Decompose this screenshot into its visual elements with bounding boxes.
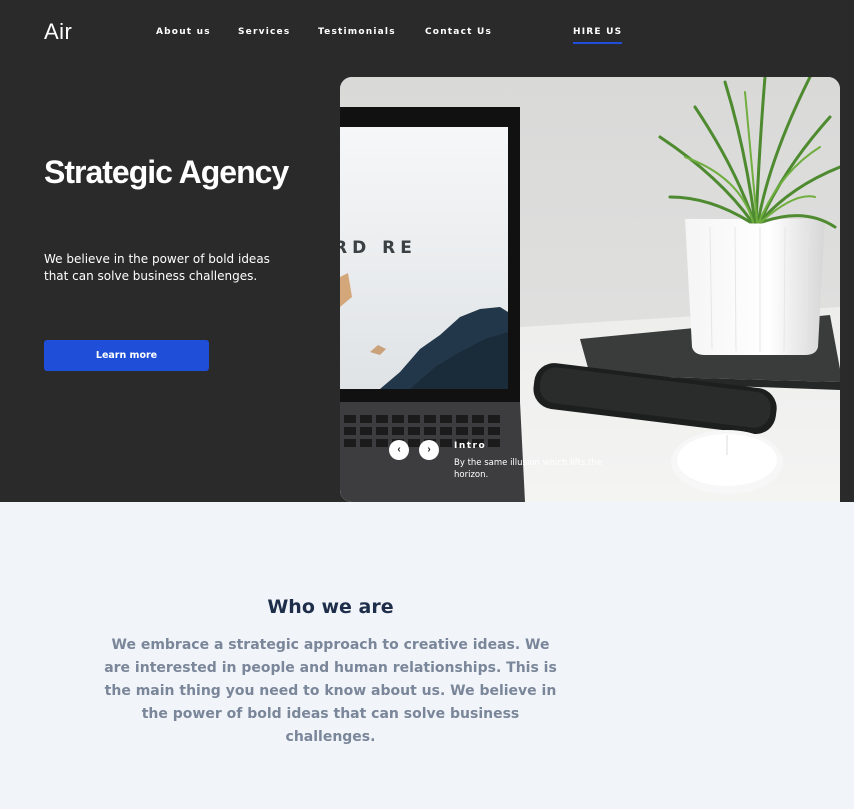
section-title: Who we are (267, 596, 394, 618)
chevron-left-icon: ‹ (397, 444, 401, 455)
nav-link-services[interactable]: Services (238, 27, 290, 37)
slider-prev-button[interactable]: ‹ (389, 440, 409, 460)
hero-title: Strategic Agency (44, 154, 289, 190)
nav-link-testimonials[interactable]: Testimonials (318, 27, 396, 37)
hero-photo-illustration: RD RE (340, 77, 840, 502)
nav-link-about[interactable]: About us (156, 27, 211, 37)
slide-caption-title: Intro (454, 441, 487, 451)
nav-link-contact[interactable]: Contact Us (425, 27, 492, 37)
chevron-right-icon: › (427, 444, 431, 455)
section-text: We embrace a strategic approach to creat… (104, 637, 557, 745)
hero-subtitle: We believe in the power of bold ideas th… (44, 252, 270, 283)
hero-section: Air About us Services Testimonials Conta… (0, 0, 854, 502)
slide-caption-text: By the same illusion which lifts the hor… (454, 458, 603, 480)
screen-text: RD RE (340, 238, 417, 258)
hire-us-link[interactable]: HIRE US (573, 27, 623, 44)
hero-image: RD RE (340, 77, 840, 502)
learn-more-button[interactable]: Learn more (44, 340, 209, 371)
slider-next-button[interactable]: › (419, 440, 439, 460)
logo[interactable]: Air (44, 19, 72, 45)
